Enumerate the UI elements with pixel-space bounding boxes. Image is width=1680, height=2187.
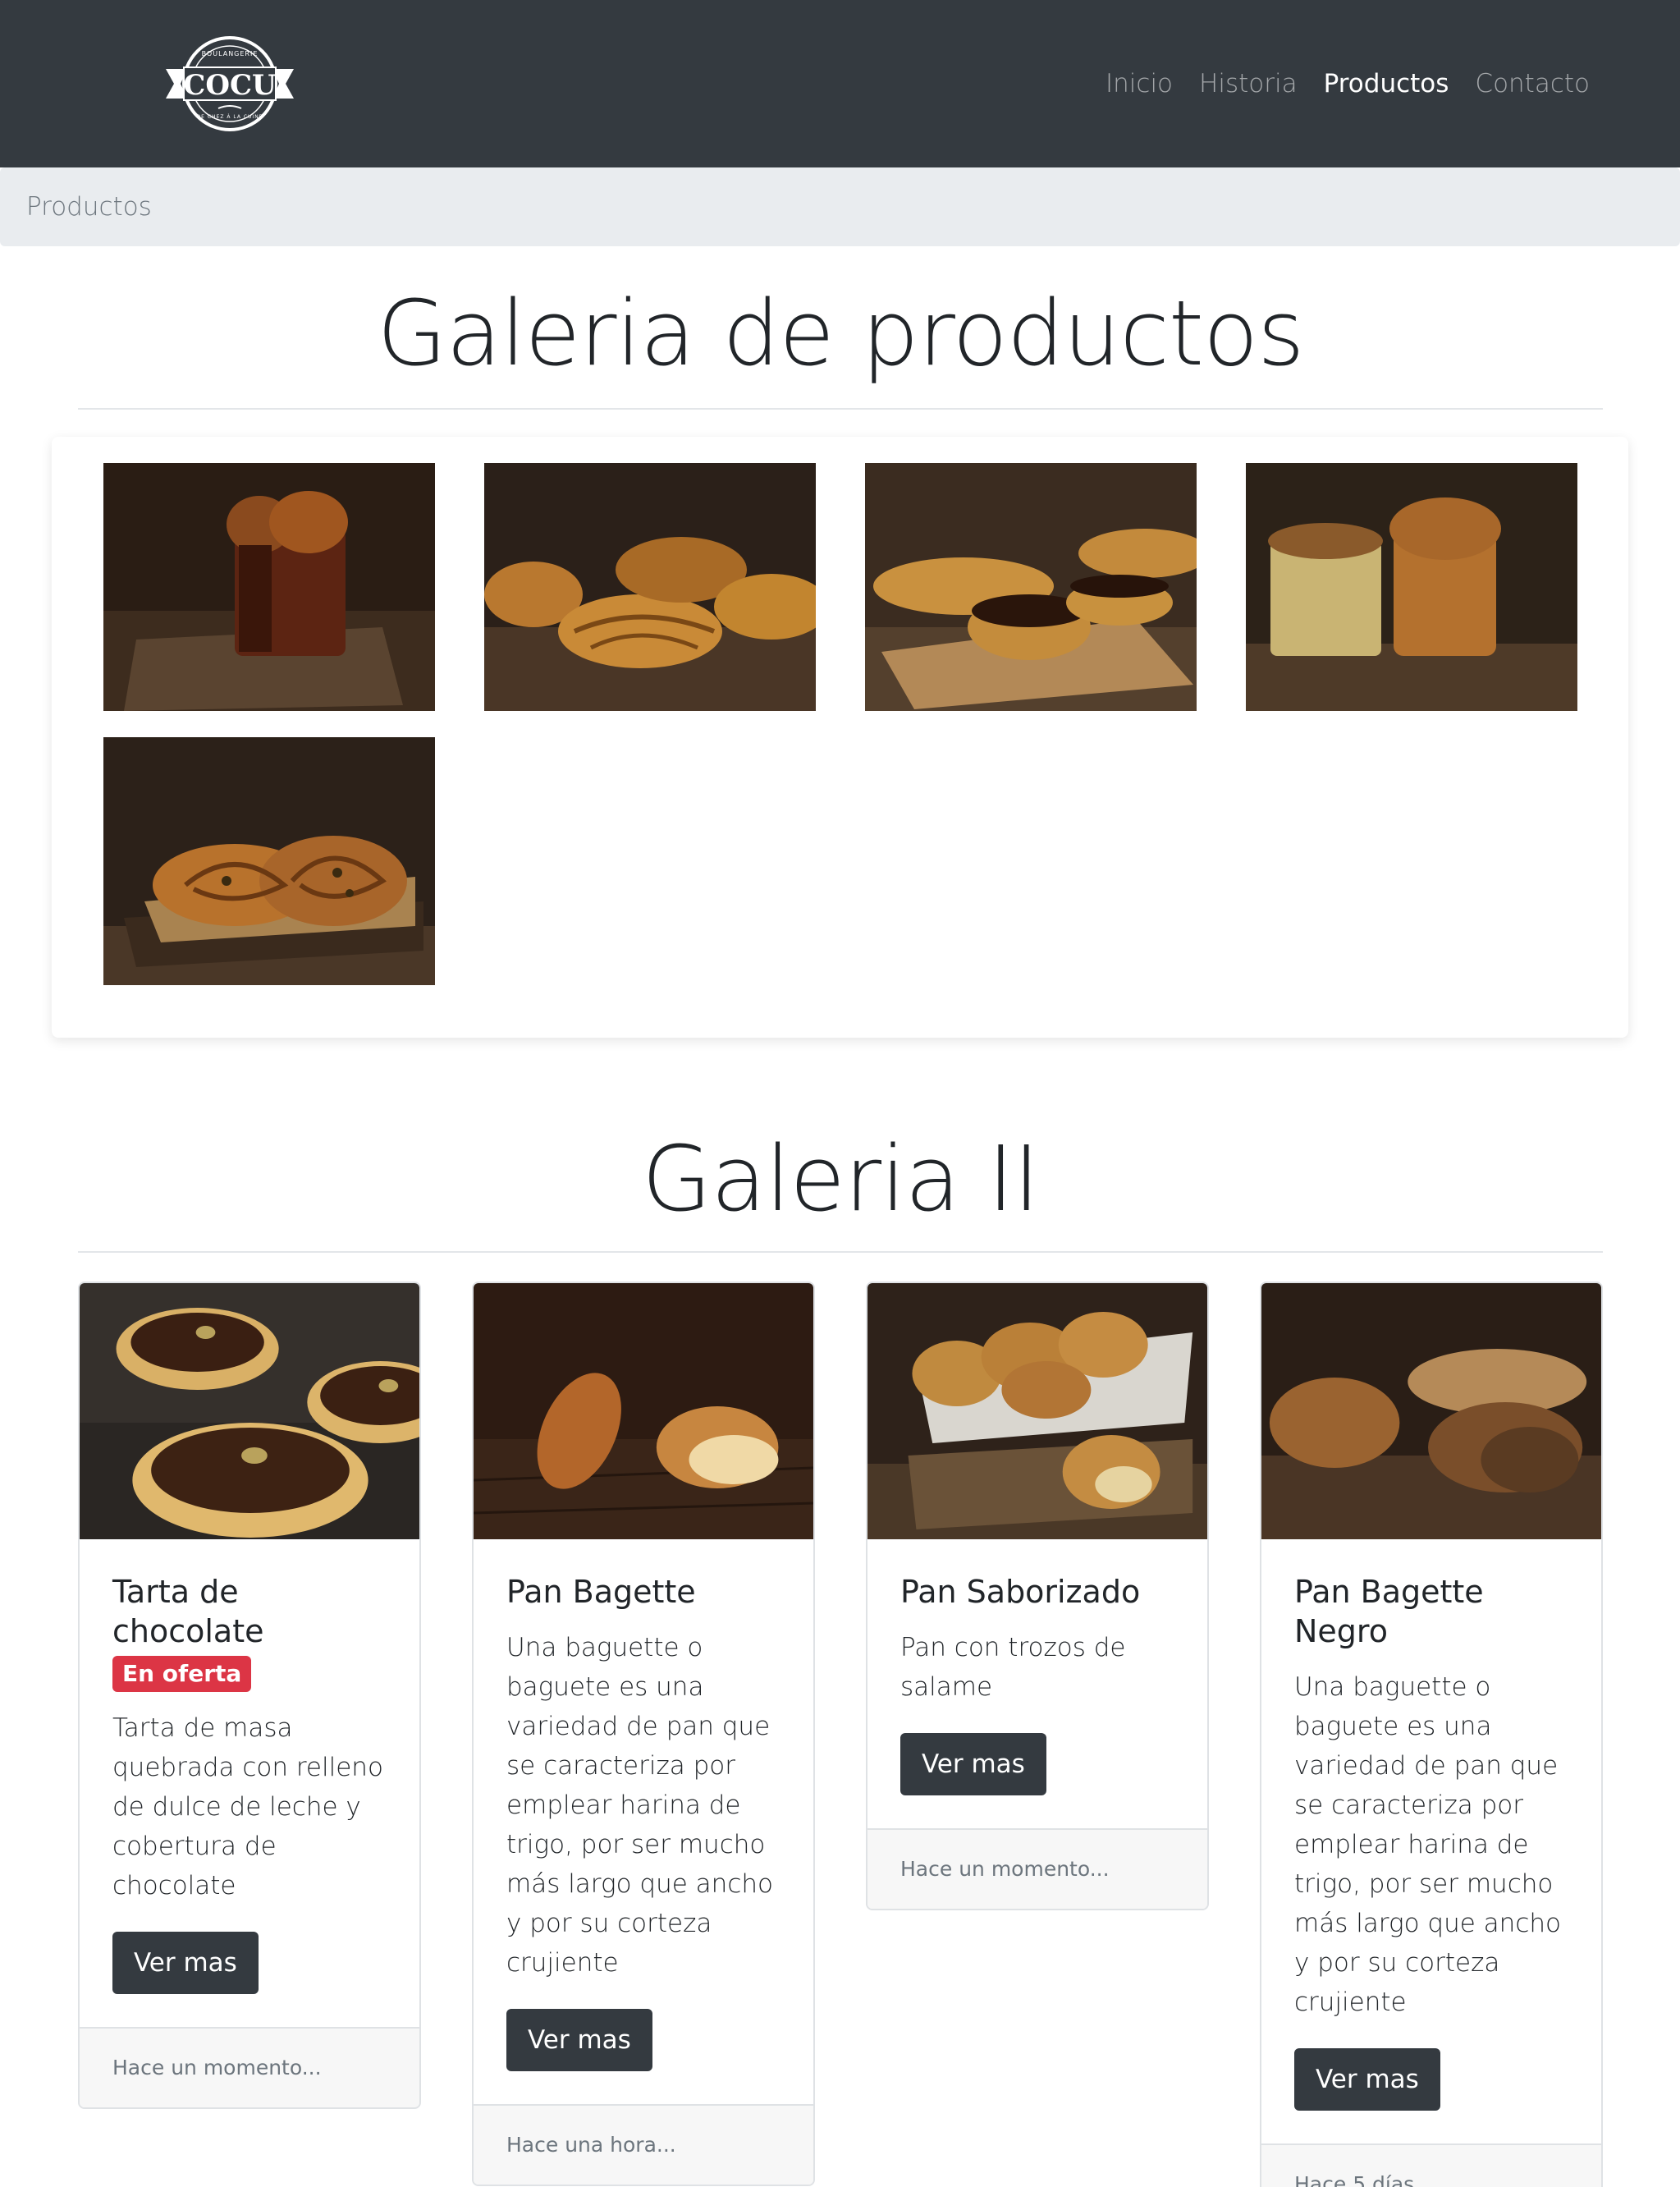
ver-mas-button[interactable]: Ver mas xyxy=(900,1733,1046,1795)
card-footer: Hace un momento... xyxy=(867,1828,1207,1909)
ver-mas-button[interactable]: Ver mas xyxy=(112,1932,259,1994)
breadcrumb: Productos xyxy=(0,167,1680,246)
croissants-image[interactable] xyxy=(484,463,816,711)
nav-contacto[interactable]: Contacto xyxy=(1475,69,1590,99)
sandwich-bread-image[interactable] xyxy=(1246,463,1577,711)
ver-mas-button[interactable]: Ver mas xyxy=(506,2009,652,2071)
card-title: Pan Saborizado xyxy=(900,1574,1141,1610)
eclairs-image[interactable] xyxy=(865,463,1197,711)
nav-historia[interactable]: Historia xyxy=(1199,69,1298,99)
product-card: Pan Saborizado Pan con trozos de salame … xyxy=(866,1281,1209,1910)
logo-text: COCU xyxy=(183,69,276,102)
product-card: Tarta de chocolate En oferta Tarta de ma… xyxy=(78,1281,421,2109)
flavored-bread-image xyxy=(867,1283,1207,1539)
logo-top-text: BOULANGERIE xyxy=(202,50,259,57)
brand-logo[interactable]: COCU BOULANGERIE DE CHEZ À LA CUINE xyxy=(163,33,297,135)
card-text: Una baguette o baguete es una variedad d… xyxy=(1294,1672,1561,2017)
product-card: Pan Bagette Negro Una baguette o baguete… xyxy=(1260,1281,1603,2187)
baguette-image xyxy=(474,1283,813,1539)
nav-productos[interactable]: Productos xyxy=(1324,69,1449,99)
card-title: Pan Bagette xyxy=(506,1574,696,1610)
gallery-title: Galeria de productos xyxy=(377,281,1304,386)
card-footer: Hace una hora... xyxy=(474,2104,813,2185)
divider xyxy=(78,408,1603,410)
gallery-2-title: Galeria II xyxy=(642,1126,1040,1231)
card-text: Tarta de masa quebrada con relleno de du… xyxy=(112,1713,383,1900)
card-text: Pan con trozos de salame xyxy=(900,1633,1126,1702)
divider xyxy=(78,1251,1603,1253)
black-baguette-image xyxy=(1261,1283,1601,1539)
ver-mas-button[interactable]: Ver mas xyxy=(1294,2048,1440,2111)
product-gallery xyxy=(52,437,1628,1038)
pain-aux-raisins-image[interactable] xyxy=(103,737,435,985)
card-footer: Hace un momento... xyxy=(80,2027,419,2107)
offer-badge: En oferta xyxy=(112,1656,252,1692)
navbar: COCU BOULANGERIE DE CHEZ À LA CUINE Inic… xyxy=(0,0,1680,167)
breadcrumb-current: Productos xyxy=(26,192,152,222)
card-text: Una baguette o baguete es una variedad d… xyxy=(506,1633,773,1978)
logo-bottom-text: DE CHEZ À LA CUINE xyxy=(197,114,263,120)
chocolate-tart-image xyxy=(80,1283,419,1539)
card-title: Pan Bagette Negro xyxy=(1294,1574,1484,1649)
main-nav: Inicio Historia Productos Contacto xyxy=(1106,0,1590,167)
product-card: Pan Bagette Una baguette o baguete es un… xyxy=(472,1281,815,2186)
nav-inicio[interactable]: Inicio xyxy=(1106,69,1173,99)
brioche-loaf-image[interactable] xyxy=(103,463,435,711)
card-title: Tarta de chocolate xyxy=(112,1574,264,1649)
card-footer: Hace 5 días... xyxy=(1261,2143,1601,2187)
